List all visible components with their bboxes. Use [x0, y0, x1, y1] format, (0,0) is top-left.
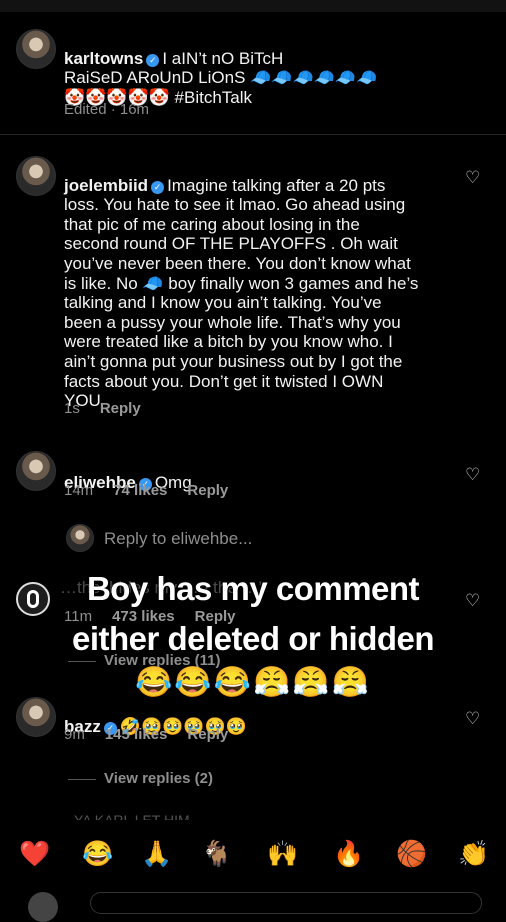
- comment-time: 1s: [64, 400, 80, 417]
- emoji-basketball[interactable]: 🏀: [396, 840, 427, 869]
- emoji-fire[interactable]: 🔥: [333, 840, 364, 869]
- reply-prompt-text: Reply to eliwehbe...: [104, 529, 253, 548]
- emoji-goat[interactable]: 🐐: [201, 840, 232, 869]
- comment-text: Imagine talking after a 20 pts loss. You…: [64, 175, 419, 411]
- avatar: [66, 524, 94, 552]
- reply-button[interactable]: Reply: [100, 400, 141, 417]
- avatar[interactable]: [16, 29, 56, 69]
- view-replies-button[interactable]: View replies (2): [68, 770, 213, 787]
- heart-icon[interactable]: ♡: [465, 710, 481, 727]
- comment-input[interactable]: [90, 892, 482, 914]
- avatar: [28, 892, 58, 922]
- avatar[interactable]: [16, 697, 56, 737]
- avatar[interactable]: [16, 451, 56, 491]
- reply-button[interactable]: Reply: [187, 726, 228, 743]
- heart-icon[interactable]: ♡: [465, 466, 481, 483]
- verified-badge-icon: ✓: [146, 53, 160, 67]
- heart-icon[interactable]: ♡: [465, 169, 481, 186]
- status-bar: [0, 0, 506, 12]
- overlay-caption-line1: Boy has my comment: [86, 570, 420, 607]
- comment-input-row: [0, 888, 506, 922]
- verified-badge-icon: ✓: [151, 180, 165, 194]
- comment-username[interactable]: karltowns: [64, 49, 143, 68]
- emoji-raised-hands[interactable]: 🙌: [267, 840, 298, 869]
- avatar[interactable]: [16, 156, 56, 196]
- comment-username[interactable]: joelembiid: [64, 176, 148, 195]
- comment-time: Edited · 16m: [64, 101, 150, 118]
- overlay-caption-line2: either deleted or hidden: [71, 620, 435, 657]
- emoji-clap[interactable]: 👏: [458, 840, 489, 869]
- emoji-heart[interactable]: ❤️: [19, 840, 50, 869]
- likes-count[interactable]: 74 likes: [113, 482, 167, 499]
- overlay-emojis: 😂😂😂😤😤😤: [134, 666, 372, 699]
- comment-time: 14m: [64, 482, 94, 499]
- emoji-laugh[interactable]: 😂: [82, 840, 113, 869]
- emoji-pray[interactable]: 🙏: [141, 840, 172, 869]
- divider: [0, 134, 506, 135]
- likes-count[interactable]: 145 likes: [105, 726, 168, 743]
- comment-time: 9m: [64, 726, 85, 743]
- reply-button[interactable]: Reply: [187, 482, 228, 499]
